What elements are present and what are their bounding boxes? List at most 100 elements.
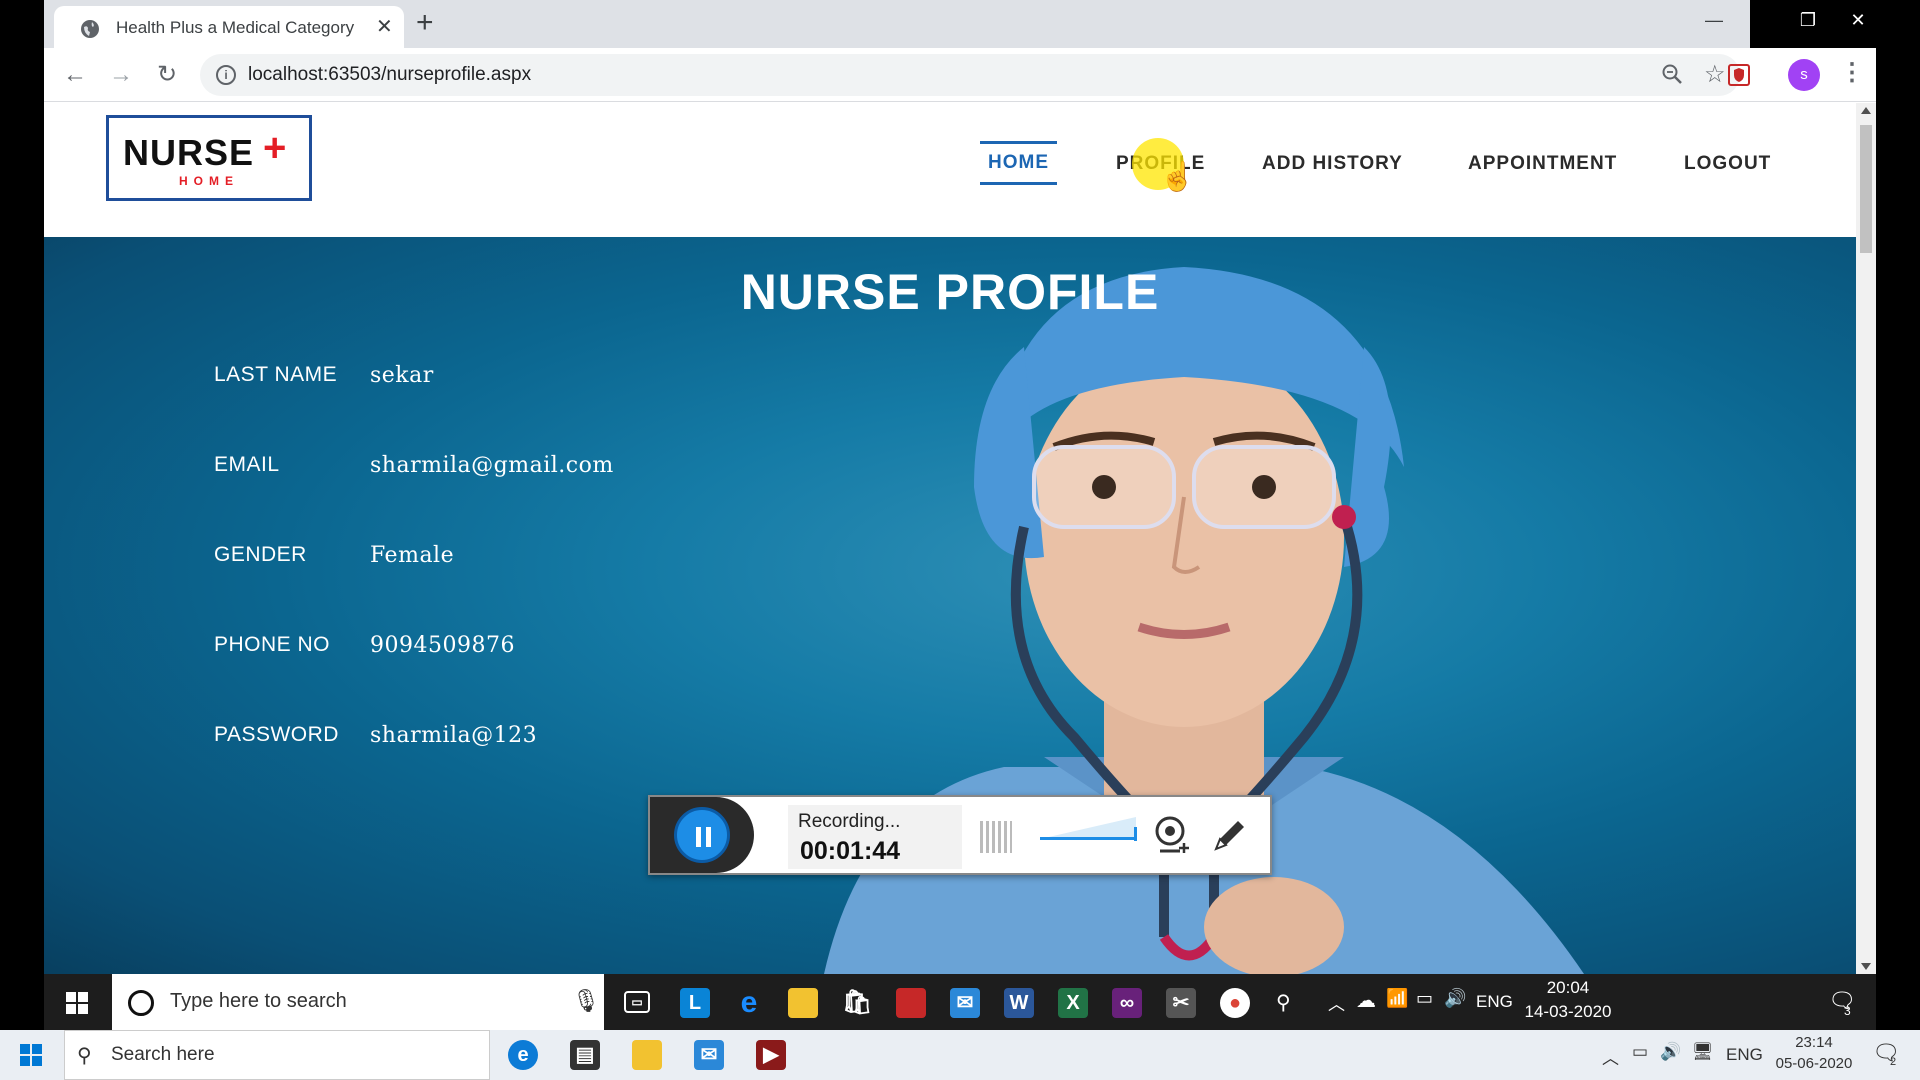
tab-title: Health Plus a Medical Category E: [116, 18, 356, 37]
volume-slider-handle[interactable]: [1134, 827, 1137, 841]
word-icon[interactable]: W: [1004, 988, 1034, 1018]
app-l-icon[interactable]: L: [680, 988, 710, 1018]
new-tab-button[interactable]: +: [416, 8, 434, 38]
site-logo[interactable]: NURSE + HOME: [106, 115, 312, 201]
volume-slider[interactable]: [1040, 837, 1136, 840]
recording-timer: 00:01:44: [800, 837, 901, 865]
reload-icon[interactable]: ↻: [152, 60, 182, 90]
clock[interactable]: 23:14 05-06-2020: [1766, 1034, 1862, 1072]
windows-start-icon[interactable]: [20, 1044, 42, 1066]
windows-start-icon[interactable]: [66, 992, 88, 1014]
recording-status: Recording... 00:01:44: [788, 805, 962, 869]
scroll-thumb[interactable]: [1860, 125, 1872, 253]
clock[interactable]: 20:04 14-03-2020: [1518, 978, 1618, 1022]
volume-wedge: [1040, 817, 1136, 839]
wifi-icon[interactable]: 📶: [1386, 988, 1408, 1009]
search-icon: ⚲: [77, 1045, 92, 1067]
volume-icon[interactable]: 🔊: [1660, 1042, 1681, 1062]
maximize-button[interactable]: ❐: [1780, 0, 1836, 40]
volume-icon[interactable]: 🔊: [1444, 988, 1466, 1009]
language-indicator[interactable]: ENG: [1726, 1045, 1763, 1065]
battery-icon[interactable]: ▭: [1632, 1042, 1648, 1062]
store-icon[interactable]: 🛍: [842, 988, 872, 1018]
mail-icon[interactable]: ✉: [950, 988, 980, 1018]
logo-cross-icon: +: [263, 126, 287, 170]
battery-icon[interactable]: ▭: [1416, 988, 1433, 1009]
tab-close-icon[interactable]: ✕: [376, 16, 393, 38]
forward-arrow-icon[interactable]: →: [106, 60, 136, 90]
hand-cursor-icon: ☝: [1160, 161, 1195, 192]
chrome-icon[interactable]: ●: [1220, 988, 1250, 1018]
extension-shield-icon[interactable]: [1724, 60, 1754, 90]
file-explorer-icon[interactable]: [788, 988, 818, 1018]
browser-toolbar: ← → ↻ i localhost:63503/nurseprofile.asp…: [44, 48, 1876, 102]
host-search-box[interactable]: ⚲ Search here: [64, 1030, 490, 1080]
page-scrollbar[interactable]: [1856, 103, 1876, 974]
kebab-menu-icon[interactable]: ⋮: [1840, 58, 1864, 87]
scroll-up-icon[interactable]: [1861, 107, 1871, 114]
video-editor-icon[interactable]: ▶: [756, 1040, 786, 1070]
people-icon[interactable]: ⚲: [1276, 990, 1291, 1015]
taskbar-search-placeholder[interactable]: Type here to search: [170, 990, 347, 1013]
microphone-icon[interactable]: 🎙: [572, 988, 600, 1014]
field-value: Female: [370, 543, 455, 568]
page-title: NURSE PROFILE: [740, 264, 1160, 320]
logo-word: NURSE: [123, 132, 255, 173]
nav-add-history[interactable]: ADD HISTORY: [1254, 149, 1411, 179]
url-text[interactable]: localhost:63503/nurseprofile.aspx: [248, 64, 531, 86]
info-icon[interactable]: i: [216, 65, 236, 85]
profile-avatar[interactable]: s: [1788, 59, 1820, 91]
action-center-icon[interactable]: 🗨: [1828, 988, 1856, 1014]
field-label: GENDER: [214, 543, 307, 566]
cortana-icon[interactable]: [128, 990, 154, 1016]
mcafee-icon[interactable]: [896, 988, 926, 1018]
nav-logout[interactable]: LOGOUT: [1676, 149, 1779, 179]
nav-home[interactable]: HOME: [980, 141, 1057, 185]
address-bar[interactable]: i localhost:63503/nurseprofile.aspx ☆: [200, 54, 1740, 96]
pencil-icon[interactable]: [1210, 815, 1250, 855]
visual-studio-icon[interactable]: ∞: [1112, 988, 1142, 1018]
excel-icon[interactable]: X: [1058, 988, 1088, 1018]
pause-button[interactable]: [674, 807, 730, 863]
tab-bar: Health Plus a Medical Category E ✕ + — ❐…: [44, 0, 1876, 48]
language-indicator[interactable]: ENG: [1476, 992, 1513, 1012]
scroll-down-icon[interactable]: [1861, 963, 1871, 970]
tray-chevron-icon[interactable]: ︿: [1328, 990, 1345, 1015]
site-header: NURSE + HOME HOME PROFILE ADD HISTORY AP…: [44, 103, 1856, 237]
field-label: LAST NAME: [214, 363, 338, 386]
drag-grip-icon[interactable]: [980, 821, 1012, 853]
edge-icon[interactable]: e: [508, 1040, 538, 1070]
edge-icon[interactable]: e: [734, 988, 764, 1018]
logo-subtitle: HOME: [179, 174, 239, 188]
browser-tab[interactable]: Health Plus a Medical Category E ✕: [54, 6, 404, 48]
taskbar-search-box[interactable]: Type here to search 🎙: [112, 974, 604, 1030]
file-explorer-icon[interactable]: [632, 1040, 662, 1070]
zoom-icon[interactable]: [1660, 62, 1684, 86]
recording-toolbar: Recording... 00:01:44: [648, 795, 1272, 875]
field-value: sharmila@123: [370, 723, 538, 748]
mail-icon[interactable]: ✉: [694, 1040, 724, 1070]
store-icon[interactable]: ▤: [570, 1040, 600, 1070]
tray-chevron-icon[interactable]: ︿: [1602, 1044, 1619, 1069]
nav-appointment[interactable]: APPOINTMENT: [1460, 149, 1625, 179]
field-label: PHONE NO: [214, 633, 331, 656]
host-search-placeholder[interactable]: Search here: [111, 1044, 215, 1066]
notification-count: 3: [1844, 1004, 1851, 1018]
task-view-icon[interactable]: ▭: [624, 991, 650, 1013]
clock-date: 14-03-2020: [1524, 1002, 1612, 1021]
field-label: PASSWORD: [214, 723, 339, 746]
screen: Health Plus a Medical Category E ✕ + — ❐…: [0, 0, 1920, 1080]
back-arrow-icon[interactable]: ←: [60, 60, 90, 90]
tools-icon[interactable]: ✂: [1166, 988, 1196, 1018]
field-value: 9094509876: [370, 633, 515, 658]
notification-count: 2: [1890, 1056, 1897, 1068]
minimize-button[interactable]: —: [1686, 0, 1742, 40]
onedrive-icon[interactable]: ☁: [1356, 988, 1376, 1013]
field-label: EMAIL: [214, 453, 280, 476]
field-value: sekar: [370, 363, 434, 388]
bookmark-star-icon[interactable]: ☆: [1704, 60, 1726, 89]
close-window-button[interactable]: ✕: [1830, 0, 1876, 40]
clock-time: 23:14: [1795, 1034, 1833, 1051]
network-icon[interactable]: 🖥: [1692, 1042, 1714, 1062]
webcam-icon[interactable]: [1152, 813, 1192, 857]
